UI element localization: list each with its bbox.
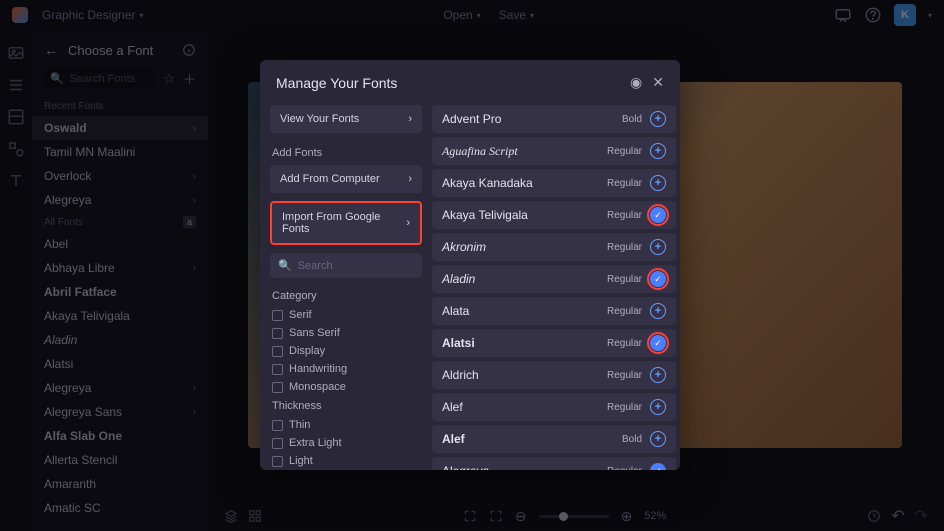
font-added-icon[interactable]: ✓ [650, 463, 666, 470]
add-font-button[interactable]: + [650, 367, 666, 383]
checkbox-icon [272, 346, 283, 357]
google-font-weight: Regular [607, 466, 642, 471]
font-added-icon[interactable]: ✓ [650, 271, 666, 287]
add-from-computer-button[interactable]: Add From Computer › [270, 165, 422, 193]
import-google-fonts-button[interactable]: Import From Google Fonts › [270, 201, 422, 245]
manage-fonts-modal: Manage Your Fonts ◉ ✕ View Your Fonts › … [260, 60, 680, 470]
google-font-weight: Regular [607, 146, 642, 157]
google-font-weight: Regular [607, 178, 642, 189]
checkbox-icon [272, 364, 283, 375]
google-font-weight: Regular [607, 274, 642, 285]
google-font-row[interactable]: AladinRegular ✓ [432, 265, 676, 293]
add-font-button[interactable]: + [650, 239, 666, 255]
category-label: Sans Serif [289, 327, 340, 339]
google-font-weight: Bold [622, 114, 642, 125]
category-label: Display [289, 345, 325, 357]
google-font-row[interactable]: AkronimRegular + [432, 233, 676, 261]
category-label: Handwriting [289, 363, 347, 375]
modal-body: View Your Fonts › Add Fonts Add From Com… [260, 105, 680, 470]
google-fonts-list: Advent ProBold+Aguafina ScriptRegular+Ak… [432, 105, 680, 470]
view-fonts-label: View Your Fonts [280, 113, 359, 125]
close-icon[interactable]: ✕ [652, 74, 664, 91]
checkbox-icon [272, 310, 283, 321]
checkbox-icon [272, 438, 283, 449]
google-font-weight: Bold [622, 434, 642, 445]
google-font-name: Alata [442, 304, 607, 318]
google-font-weight: Regular [607, 210, 642, 221]
modal-header: Manage Your Fonts ◉ ✕ [260, 60, 680, 105]
add-font-button[interactable]: + [650, 175, 666, 191]
google-font-name: Akaya Telivigala [442, 208, 607, 222]
thickness-checkbox[interactable]: Thin [270, 416, 422, 434]
category-checkbox[interactable]: Sans Serif [270, 324, 422, 342]
import-google-label: Import From Google Fonts [282, 211, 406, 235]
category-checkbox[interactable]: Handwriting [270, 360, 422, 378]
add-fonts-section-label: Add Fonts [270, 141, 422, 165]
google-font-name: Aladin [442, 272, 607, 286]
modal-title: Manage Your Fonts [276, 75, 620, 91]
modal-search-placeholder: Search [298, 260, 333, 272]
category-label: Serif [289, 309, 312, 321]
google-font-name: Aguafina Script [442, 144, 607, 159]
checkbox-icon [272, 382, 283, 393]
category-checkbox[interactable]: Display [270, 342, 422, 360]
google-font-row[interactable]: Akaya KanadakaRegular + [432, 169, 676, 197]
chevron-right-icon: › [408, 173, 412, 185]
add-font-button[interactable]: + [650, 399, 666, 415]
thickness-heading: Thickness [270, 396, 422, 416]
checkbox-icon [272, 456, 283, 467]
google-font-weight: Regular [607, 306, 642, 317]
chevron-right-icon: › [408, 113, 412, 125]
font-added-icon[interactable]: ✓ [650, 335, 666, 351]
category-checkbox[interactable]: Monospace [270, 378, 422, 396]
modal-search-input[interactable]: 🔍 Search [270, 253, 422, 278]
google-font-row[interactable]: Advent ProBold + [432, 105, 676, 133]
google-font-name: Akronim [442, 240, 607, 254]
thickness-checkbox[interactable]: Extra Light [270, 434, 422, 452]
add-computer-label: Add From Computer [280, 173, 380, 185]
google-font-weight: Regular [607, 402, 642, 413]
font-added-icon[interactable]: ✓ [650, 207, 666, 223]
preview-icon[interactable]: ◉ [630, 74, 642, 91]
category-heading: Category [270, 286, 422, 306]
checkbox-icon [272, 420, 283, 431]
google-font-row[interactable]: AlataRegular + [432, 297, 676, 325]
thickness-checkbox[interactable]: Light [270, 452, 422, 470]
search-icon: 🔍 [278, 259, 292, 272]
category-filter-list: Serif Sans Serif Display Handwriting Monospa… [270, 306, 422, 396]
google-font-row[interactable]: AlatsiRegular ✓ [432, 329, 676, 357]
google-font-name: Alef [442, 400, 607, 414]
google-font-weight: Regular [607, 338, 642, 349]
google-font-row[interactable]: Aguafina ScriptRegular + [432, 137, 676, 165]
google-font-name: Alef [442, 432, 622, 446]
add-font-button[interactable]: + [650, 303, 666, 319]
google-font-name: Aldrich [442, 368, 607, 382]
add-font-button[interactable]: + [650, 143, 666, 159]
google-font-row[interactable]: AlefRegular + [432, 393, 676, 421]
google-font-weight: Regular [607, 242, 642, 253]
add-font-button[interactable]: + [650, 111, 666, 127]
checkbox-icon [272, 328, 283, 339]
google-font-name: Alatsi [442, 336, 607, 350]
thickness-label: Thin [289, 419, 310, 431]
category-checkbox[interactable]: Serif [270, 306, 422, 324]
add-font-button[interactable]: + [650, 431, 666, 447]
category-label: Monospace [289, 381, 346, 393]
google-font-row[interactable]: AlegreyaRegular ✓ [432, 457, 676, 470]
google-font-row[interactable]: AldrichRegular + [432, 361, 676, 389]
thickness-label: Extra Light [289, 437, 342, 449]
chevron-right-icon: › [406, 217, 410, 229]
google-font-weight: Regular [607, 370, 642, 381]
google-font-row[interactable]: AlefBold + [432, 425, 676, 453]
thickness-filter-list: ThinExtra LightLightRegular [270, 416, 422, 470]
google-font-name: Akaya Kanadaka [442, 176, 607, 190]
thickness-label: Light [289, 455, 313, 467]
google-font-name: Alegreya [442, 464, 607, 470]
view-your-fonts-button[interactable]: View Your Fonts › [270, 105, 422, 133]
google-font-row[interactable]: Akaya TelivigalaRegular ✓ [432, 201, 676, 229]
modal-left-panel: View Your Fonts › Add Fonts Add From Com… [260, 105, 432, 470]
google-font-name: Advent Pro [442, 112, 622, 126]
